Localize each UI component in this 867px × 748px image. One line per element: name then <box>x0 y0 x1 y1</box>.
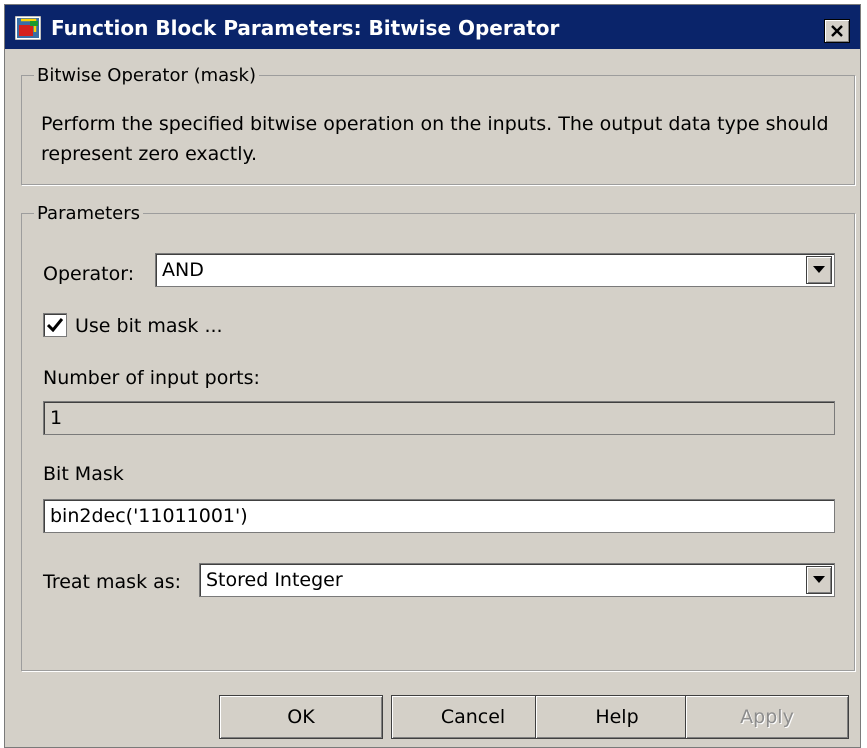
cancel-button[interactable]: Cancel <box>391 695 555 739</box>
treat-mask-as-dropdown-button[interactable] <box>806 566 832 594</box>
mask-description: Perform the specified bitwise operation … <box>41 113 829 165</box>
apply-button[interactable]: Apply <box>685 695 849 739</box>
number-of-input-ports-field <box>43 401 835 435</box>
use-bit-mask-label[interactable]: Use bit mask ... <box>75 315 223 337</box>
number-of-input-ports-label: Number of input ports: <box>43 367 260 389</box>
operator-dropdown-button[interactable] <box>806 256 832 284</box>
operator-label: Operator: <box>43 263 135 285</box>
operator-dropdown[interactable]: AND <box>155 253 835 287</box>
use-bit-mask-checkbox[interactable] <box>43 313 67 337</box>
checkmark-icon <box>47 318 63 332</box>
window-title: Function Block Parameters: Bitwise Opera… <box>51 16 560 40</box>
bit-mask-label: Bit Mask <box>43 463 124 485</box>
ok-button[interactable]: OK <box>219 695 383 739</box>
treat-mask-as-dropdown[interactable]: Stored Integer <box>199 563 835 597</box>
help-button[interactable]: Help <box>535 695 699 739</box>
close-icon <box>831 25 843 37</box>
title-bar[interactable]: Function Block Parameters: Bitwise Opera… <box>5 5 860 49</box>
chevron-down-icon <box>813 576 825 583</box>
treat-mask-as-label: Treat mask as: <box>43 571 182 593</box>
simulink-block-icon <box>15 16 41 40</box>
treat-mask-as-value: Stored Integer <box>206 569 343 591</box>
chevron-down-icon <box>813 266 825 273</box>
mask-group-legend: Bitwise Operator (mask) <box>37 65 257 86</box>
close-button[interactable] <box>824 19 850 43</box>
parameters-legend: Parameters <box>37 203 141 224</box>
dialog-window: Function Block Parameters: Bitwise Opera… <box>4 4 861 748</box>
operator-value: AND <box>162 259 204 281</box>
bit-mask-field[interactable] <box>43 499 835 533</box>
